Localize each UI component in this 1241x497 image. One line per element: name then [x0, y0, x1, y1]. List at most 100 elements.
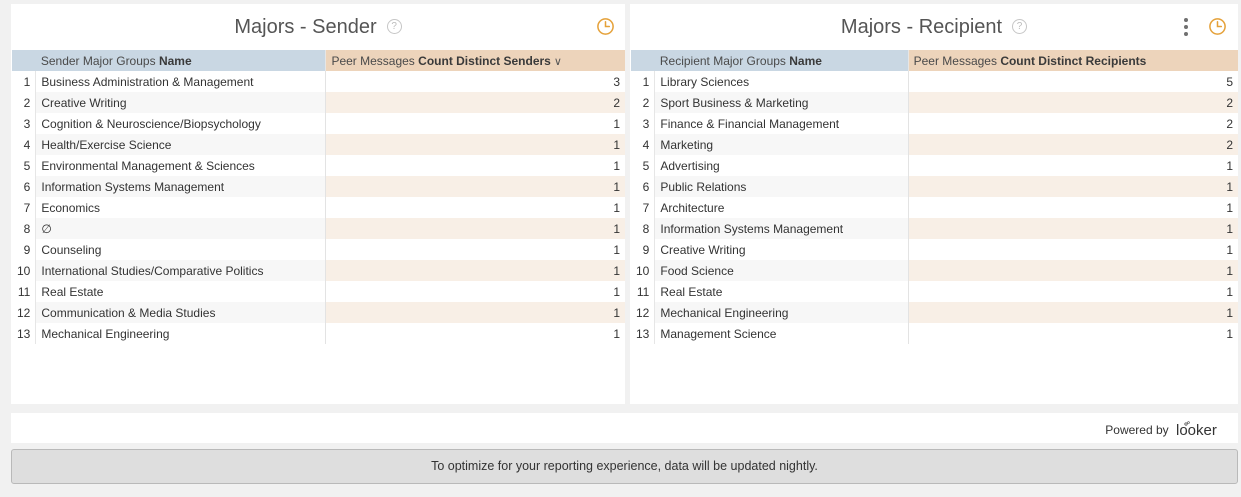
dimension-cell[interactable]: ∅ — [35, 218, 327, 239]
table-row: 11 Real Estate 1 — [631, 281, 1238, 302]
tile-header: Majors - Recipient? — [630, 4, 1238, 50]
dimension-cell[interactable]: Architecture — [654, 197, 909, 218]
row-number: 5 — [12, 155, 37, 176]
measure-cell[interactable]: 1 — [325, 302, 625, 323]
tile-header: Majors - Sender? — [11, 4, 625, 50]
row-number: 9 — [12, 239, 37, 260]
dimension-cell[interactable]: Real Estate — [654, 281, 909, 302]
row-number: 3 — [12, 113, 37, 134]
kebab-menu-icon[interactable] — [1183, 18, 1189, 36]
row-number: 1 — [631, 71, 656, 92]
table-row: 4 Health/Exercise Science 1 — [12, 134, 625, 155]
dimension-cell[interactable]: Food Science — [654, 260, 909, 281]
help-icon[interactable]: ? — [386, 19, 402, 35]
measure-cell[interactable]: 1 — [325, 134, 625, 155]
dimension-cell[interactable]: Communication & Media Studies — [35, 302, 327, 323]
dimension-cell[interactable]: Management Science — [654, 323, 909, 344]
measure-cell[interactable]: 1 — [325, 218, 625, 239]
measure-header-bold: Count Distinct Recipients — [1000, 53, 1147, 68]
table-row: 7 Economics 1 — [12, 197, 625, 218]
measure-cell[interactable]: 1 — [326, 281, 625, 302]
dimension-cell[interactable]: Public Relations — [654, 176, 909, 197]
measure-cell[interactable]: 1 — [908, 302, 1238, 323]
measure-cell[interactable]: 1 — [325, 260, 625, 281]
measure-cell[interactable]: 1 — [908, 260, 1238, 281]
clock-icon[interactable] — [596, 17, 615, 36]
dimension-cell[interactable]: Health/Exercise Science — [35, 134, 327, 155]
row-number: 8 — [631, 218, 656, 239]
header-row: Sender Major Groups Name Peer Messages C… — [12, 50, 625, 71]
table-row: 9 Counseling 1 — [12, 239, 625, 260]
table-row: 12 Mechanical Engineering 1 — [631, 302, 1238, 323]
table-row: 1 Library Sciences 5 — [631, 71, 1238, 92]
dimension-cell[interactable]: Real Estate — [35, 281, 327, 302]
row-number: 11 — [12, 281, 37, 302]
measure-cell[interactable]: 1 — [908, 176, 1238, 197]
dimension-cell[interactable]: Library Sciences — [654, 71, 909, 92]
help-icon[interactable]: ? — [1012, 19, 1028, 35]
measure-cell[interactable]: 2 — [325, 92, 625, 113]
dimension-cell[interactable]: Finance & Financial Management — [654, 113, 909, 134]
table-row: 5 Environmental Management & Sciences 1 — [12, 155, 625, 176]
measure-cell[interactable]: 1 — [908, 197, 1238, 218]
dimension-cell[interactable]: Information Systems Management — [35, 176, 327, 197]
measure-cell[interactable]: 1 — [326, 323, 625, 344]
table-row: 2 Sport Business & Marketing 2 — [631, 92, 1238, 113]
table-row: 3 Cognition & Neuroscience/Biopsychology 1 — [12, 113, 625, 134]
dimension-cell[interactable]: Information Systems Management — [654, 218, 909, 239]
measure-header[interactable]: Peer Messages Count Distinct Senders ∨ — [325, 50, 625, 71]
dimension-header-bold: Name — [789, 53, 822, 68]
dimension-header-bold: Name — [158, 53, 192, 68]
row-number: 12 — [631, 302, 656, 323]
dimension-cell[interactable]: Mechanical Engineering — [654, 302, 909, 323]
table-row: 10 Food Science 1 — [631, 260, 1238, 281]
dimension-cell[interactable]: Environmental Management & Sciences — [35, 155, 327, 176]
dimension-cell[interactable]: Creative Writing — [654, 239, 909, 260]
row-number: 12 — [12, 302, 37, 323]
dimension-cell[interactable]: Cognition & Neuroscience/Biopsychology — [35, 113, 327, 134]
measure-cell[interactable]: 1 — [326, 113, 625, 134]
measure-cell[interactable]: 1 — [908, 281, 1238, 302]
measure-header-bold: Count Distinct Senders — [418, 53, 551, 68]
dimension-cell[interactable]: Marketing — [654, 134, 909, 155]
row-number: 6 — [631, 176, 656, 197]
row-number: 9 — [631, 239, 656, 260]
measure-header[interactable]: Peer Messages Count Distinct Recipients — [908, 50, 1238, 71]
measure-cell[interactable]: 2 — [908, 113, 1238, 134]
measure-cell[interactable]: 2 — [908, 92, 1238, 113]
dimension-cell[interactable]: Creative Writing — [35, 92, 327, 113]
looker-logo[interactable]: looker — [1176, 421, 1224, 439]
dimension-cell[interactable]: Advertising — [654, 155, 909, 176]
table-row: 9 Creative Writing 1 — [631, 239, 1238, 260]
measure-cell[interactable]: 3 — [326, 71, 625, 92]
measure-cell[interactable]: 1 — [908, 323, 1238, 344]
measure-cell[interactable]: 5 — [908, 71, 1238, 92]
dimension-cell[interactable]: Mechanical Engineering — [35, 323, 327, 344]
table-row: 10 International Studies/Comparative Poli… — [12, 260, 625, 281]
clock-icon[interactable] — [1208, 17, 1227, 36]
dimension-cell[interactable]: Economics — [35, 197, 327, 218]
sort-descending-icon[interactable]: ∨ — [554, 56, 562, 68]
table-row: 2 Creative Writing 2 — [12, 92, 625, 113]
measure-cell[interactable]: 1 — [326, 155, 625, 176]
measure-cell[interactable]: 1 — [908, 155, 1238, 176]
powered-by: Powered by looker — [1105, 421, 1224, 439]
dimension-cell[interactable]: Sport Business & Marketing — [654, 92, 909, 113]
dimension-cell[interactable]: Counseling — [35, 239, 327, 260]
dimension-header[interactable]: Sender Major Groups Name — [35, 50, 327, 71]
measure-cell[interactable]: 2 — [908, 134, 1238, 155]
header-row: Recipient Major Groups Name Peer Message… — [631, 50, 1238, 71]
row-number: 1 — [12, 71, 37, 92]
table-row: 8 Information Systems Management 1 — [631, 218, 1238, 239]
measure-cell[interactable]: 1 — [908, 218, 1238, 239]
dimension-header[interactable]: Recipient Major Groups Name — [654, 50, 909, 71]
measure-cell[interactable]: 1 — [326, 239, 625, 260]
row-number: 2 — [12, 92, 37, 113]
measure-cell[interactable]: 1 — [908, 239, 1238, 260]
dimension-cell[interactable]: Business Administration & Management — [35, 71, 327, 92]
tile-title-text: Majors - Sender — [234, 16, 377, 39]
measure-cell[interactable]: 1 — [326, 197, 625, 218]
table-row: 7 Architecture 1 — [631, 197, 1238, 218]
dimension-cell[interactable]: International Studies/Comparative Politi… — [35, 260, 327, 281]
measure-cell[interactable]: 1 — [325, 176, 625, 197]
